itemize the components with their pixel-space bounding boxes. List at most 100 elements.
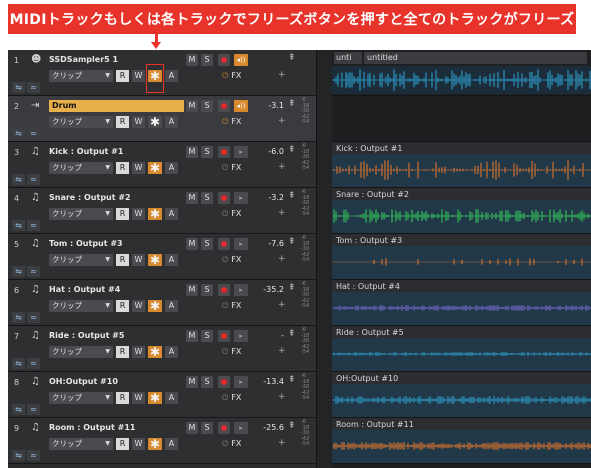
input-monitor-button[interactable]: ▸ <box>234 284 248 296</box>
write-automation-button[interactable]: W <box>132 208 145 220</box>
input-icon[interactable]: ⇋ <box>12 450 25 461</box>
archive-button[interactable]: A <box>165 116 178 128</box>
pan-icon[interactable]: ⇞ <box>288 421 298 431</box>
clip-selector[interactable]: クリップ ▼ <box>49 300 113 312</box>
automation-icon[interactable]: ≈ <box>27 404 40 415</box>
automation-icon[interactable]: ≈ <box>27 312 40 323</box>
input-monitor-button[interactable]: ▸ <box>234 238 248 250</box>
record-arm-button[interactable] <box>218 192 230 204</box>
freeze-button[interactable]: ✱ <box>148 300 162 313</box>
input-monitor-button[interactable]: ▸ <box>234 192 248 204</box>
input-icon[interactable]: ⇋ <box>12 220 25 231</box>
write-automation-button[interactable]: W <box>132 254 145 266</box>
power-icon[interactable]: ⏻ <box>222 255 228 264</box>
clip-lane[interactable]: Snare : Output #2 <box>332 188 591 234</box>
input-icon[interactable]: ⇋ <box>12 404 25 415</box>
read-automation-button[interactable]: R <box>116 300 129 312</box>
pan-icon[interactable]: ⇞ <box>288 53 298 63</box>
power-icon[interactable]: ⏻ <box>222 71 228 80</box>
automation-icon[interactable]: ≈ <box>27 450 40 461</box>
power-icon[interactable]: ⏻ <box>222 163 228 172</box>
volume-value[interactable]: -25.6 <box>256 423 284 432</box>
pan-icon[interactable]: ⇞ <box>288 283 298 293</box>
record-arm-button[interactable] <box>218 238 230 250</box>
freeze-button[interactable]: ✱ <box>148 392 162 405</box>
meter-divider[interactable] <box>316 50 333 468</box>
freeze-button[interactable]: ✱ <box>148 162 162 175</box>
solo-button[interactable]: S <box>201 54 213 66</box>
volume-value[interactable]: -3.1 <box>256 101 284 110</box>
track-row[interactable]: 4 ♫ Snare : Output #2 M S ▸ -3.2 ⇞ -6 -18… <box>8 188 316 234</box>
track-row[interactable]: 5 ♫ Tom : Output #3 M S ▸ -7.6 ⇞ -6 -18 -3… <box>8 234 316 280</box>
fx-rack[interactable]: ⏻ FX <box>222 208 262 220</box>
solo-button[interactable]: S <box>201 376 213 388</box>
input-monitor-button[interactable]: ◂)) <box>234 54 248 66</box>
archive-button[interactable]: A <box>165 208 178 220</box>
archive-button[interactable]: A <box>165 438 178 450</box>
solo-button[interactable]: S <box>201 192 213 204</box>
fx-rack[interactable]: ⏻ FX <box>222 438 262 450</box>
track-row[interactable]: 6 ♫ Hat : Output #4 M S ▸ -35.2 ⇞ -6 -18-… <box>8 280 316 326</box>
automation-icon[interactable]: ≈ <box>27 174 40 185</box>
pan-icon[interactable]: ⇞ <box>288 329 298 339</box>
input-monitor-button[interactable]: ▸ <box>234 330 248 342</box>
mute-button[interactable]: M <box>186 238 198 250</box>
pan-icon[interactable]: ⇞ <box>288 145 298 155</box>
input-icon[interactable]: ⇋ <box>12 312 25 323</box>
solo-button[interactable]: S <box>201 330 213 342</box>
solo-button[interactable]: S <box>201 100 213 112</box>
power-icon[interactable]: ⏻ <box>222 301 228 310</box>
volume-value[interactable]: - <box>256 331 284 340</box>
track-name[interactable]: Drum <box>49 100 184 112</box>
add-fx-icon[interactable]: + <box>278 392 286 402</box>
track-row[interactable]: 2 ⇥ Drum M S ◂)) -3.1 ⇞ -6 -18 -30 -42 -54 ク… <box>8 96 316 142</box>
add-fx-icon[interactable]: + <box>278 438 286 448</box>
add-fx-icon[interactable]: + <box>278 70 286 80</box>
clip-lane[interactable]: Room : Output #11 <box>332 418 591 464</box>
clip-lane[interactable]: Ride : Output #5 <box>332 326 591 372</box>
record-arm-button[interactable] <box>218 146 230 158</box>
write-automation-button[interactable]: W <box>132 70 145 82</box>
clip-selector[interactable]: クリップ ▼ <box>49 116 113 128</box>
power-icon[interactable]: ⏻ <box>222 117 228 126</box>
clip-lane[interactable]: Kick : Output #1 <box>332 142 591 188</box>
pan-icon[interactable]: ⇞ <box>288 99 298 109</box>
volume-value[interactable]: -13.4 <box>256 377 284 386</box>
mute-button[interactable]: M <box>186 330 198 342</box>
mute-button[interactable]: M <box>186 422 198 434</box>
read-automation-button[interactable]: R <box>116 208 129 220</box>
record-arm-button[interactable] <box>218 284 230 296</box>
mute-button[interactable]: M <box>186 284 198 296</box>
record-arm-button[interactable] <box>218 422 230 434</box>
fx-rack[interactable]: ⏻ FX <box>222 346 262 358</box>
input-icon[interactable]: ⇋ <box>12 82 25 93</box>
read-automation-button[interactable]: R <box>116 438 129 450</box>
archive-button[interactable]: A <box>165 346 178 358</box>
clip-selector[interactable]: クリップ ▼ <box>49 392 113 404</box>
clip-lane[interactable] <box>332 96 591 142</box>
freeze-button[interactable]: ✱ <box>148 254 162 267</box>
track-row[interactable]: 7 ♫ Ride : Output #5 M S ▸ - ⇞ -6 -18 -30-… <box>8 326 316 372</box>
track-name[interactable]: Kick : Output #1 <box>49 146 184 158</box>
mute-button[interactable]: M <box>186 54 198 66</box>
solo-button[interactable]: S <box>201 422 213 434</box>
automation-icon[interactable]: ≈ <box>27 128 40 139</box>
write-automation-button[interactable]: W <box>132 116 145 128</box>
mute-button[interactable]: M <box>186 146 198 158</box>
clip-lane[interactable]: OH:Output #10 <box>332 372 591 418</box>
input-monitor-button[interactable]: ◂)) <box>234 100 248 112</box>
power-icon[interactable]: ⏻ <box>222 209 228 218</box>
fx-rack[interactable]: ⏻ FX <box>222 116 262 128</box>
clip-lane[interactable]: Hat : Output #4 <box>332 280 591 326</box>
freeze-button[interactable]: ✱ <box>148 438 162 451</box>
input-icon[interactable]: ⇋ <box>12 266 25 277</box>
solo-button[interactable]: S <box>201 284 213 296</box>
record-arm-button[interactable] <box>218 330 230 342</box>
fx-rack[interactable]: ⏻ FX <box>222 392 262 404</box>
volume-value[interactable]: -35.2 <box>256 285 284 294</box>
input-icon[interactable]: ⇋ <box>12 174 25 185</box>
automation-icon[interactable]: ≈ <box>27 220 40 231</box>
clip-selector[interactable]: クリップ ▼ <box>49 162 113 174</box>
clip-lane[interactable]: unti untitled <box>332 50 591 96</box>
track-name[interactable]: Room : Output #11 <box>49 422 184 434</box>
